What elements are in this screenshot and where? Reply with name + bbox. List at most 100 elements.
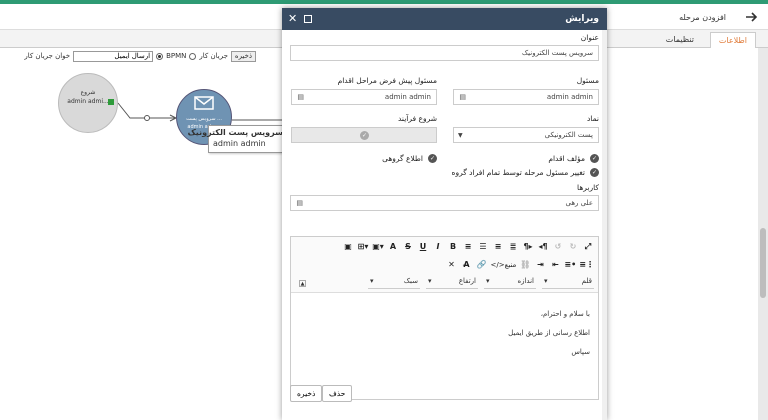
font-label: قلم	[581, 277, 592, 285]
tooltip-title: سرویس پست الکترونیک	[187, 128, 283, 137]
save-button[interactable]: ذخیره	[290, 385, 323, 402]
chevron-down-icon: ▼	[458, 132, 463, 139]
indent-icon[interactable]: ⇥	[534, 259, 546, 271]
clear-format-icon[interactable]: ✕	[446, 259, 458, 271]
picker-icon[interactable]: ▤	[457, 93, 466, 102]
bpmn-label: BPMN	[166, 52, 187, 60]
chevron-down-icon: ▾	[544, 277, 548, 285]
redo-icon[interactable]: ↻	[567, 241, 579, 253]
table-icon[interactable]: ▾⊞	[357, 241, 369, 253]
owner-value: admin admin	[546, 93, 593, 101]
workflow-name-input[interactable]	[73, 50, 154, 62]
flow-label: جریان کار	[199, 52, 228, 60]
picker-icon[interactable]: ▤	[295, 93, 304, 102]
flow-radio[interactable]	[189, 52, 197, 60]
link-icon[interactable]: 🔗	[476, 259, 488, 271]
default-owner-field[interactable]: admin admin ▤	[291, 89, 437, 105]
canvas-toolbar: ذخیره جریان کار BPMN خوان جریان کار	[6, 50, 256, 62]
align-right-icon[interactable]: ≡	[492, 241, 504, 253]
node-tooltip: سرویس پست الکترونیک admin admin	[187, 125, 288, 153]
close-icon[interactable]: ✕	[288, 12, 297, 25]
bullet-list-icon[interactable]: •≡	[564, 259, 576, 271]
editor-line: سپاس	[571, 348, 590, 356]
chevron-down-icon: ▾	[486, 277, 490, 285]
author-check-icon[interactable]: ✓	[590, 154, 599, 163]
users-label: کاربرها	[577, 183, 599, 192]
symbol-value: پست الکترونیکی	[544, 131, 593, 139]
toolbar-collapse-icon[interactable]: ▲	[299, 280, 306, 287]
scrollbar-thumb[interactable]	[760, 228, 766, 298]
email-node-title: سرویس پست ...	[186, 116, 222, 122]
users-field[interactable]: علی رهی ▤	[290, 195, 599, 211]
picker-icon[interactable]: ▤	[294, 199, 303, 208]
page-scrollbar[interactable]	[758, 48, 768, 420]
tooltip-subtitle: admin admin	[213, 139, 266, 148]
change-owner-label: تغییر مسئول مرحله توسط تمام افراد گروه	[451, 168, 585, 177]
owner-field[interactable]: admin admin ▤	[453, 89, 599, 105]
style-dropdown[interactable]: سبک ▾	[368, 277, 420, 289]
source-button[interactable]: منبع</>	[491, 259, 517, 271]
start-handle[interactable]	[108, 99, 114, 105]
italic-icon[interactable]: I	[432, 241, 444, 253]
tab-info[interactable]: اطلاعات	[709, 32, 756, 48]
title-field[interactable]: سرویس پست الکترونیک	[290, 45, 599, 61]
group-notify-check-icon[interactable]: ✓	[428, 154, 437, 163]
chevron-down-icon: ▾	[370, 277, 374, 285]
page-title: افزودن مرحله	[679, 13, 726, 22]
source-label: منبع	[504, 261, 517, 269]
toolbar-row-2: ⋮≡ •≡ ⇤ ⇥ ⛓ منبع</> 🔗 A̶ ✕	[446, 259, 594, 271]
workflow-reader-label: خوان جریان کار	[24, 52, 71, 60]
paste-icon[interactable]: ▣	[342, 241, 354, 253]
process-start-field: ✓	[291, 127, 437, 143]
tab-settings[interactable]: تنظیمات	[658, 32, 702, 48]
editor-toolbar: ⤢ ↻ ↺ ¶◂ ▸¶ ≣ ≡ ☰ ≡ B I U S A ▾▣ ▾⊞ ▣ ⋮≡…	[291, 237, 598, 293]
align-center-icon[interactable]: ☰	[477, 241, 489, 253]
start-node-title: شروع	[80, 89, 96, 96]
default-owner-label: مسئول پیش فرض مراحل اقدام	[337, 76, 437, 85]
height-dropdown[interactable]: ارتفاع ▾	[426, 277, 478, 289]
envelope-icon	[194, 96, 214, 110]
editor-content[interactable]: با سلام و احترام، اطلاع رسانی از طریق ای…	[291, 293, 598, 374]
justify-icon[interactable]: ≣	[507, 241, 519, 253]
edit-dialog: ویرایش ✕ عنوان سرویس پست الکترونیک مسئول…	[282, 8, 607, 420]
style-label: سبک	[403, 277, 418, 285]
symbol-label: نماد	[586, 114, 599, 123]
title-label: عنوان	[580, 33, 599, 42]
default-owner-value: admin admin	[384, 93, 431, 101]
symbol-select[interactable]: پست الکترونیکی ▼	[453, 127, 599, 143]
back-arrow-icon[interactable]	[744, 10, 758, 24]
font-color-icon[interactable]: A	[387, 241, 399, 253]
size-dropdown[interactable]: اندازه ▾	[484, 277, 536, 289]
unlink-icon[interactable]: ⛓	[519, 259, 531, 271]
toolbar-row-1: ⤢ ↻ ↺ ¶◂ ▸¶ ≣ ≡ ☰ ≡ B I U S A ▾▣ ▾⊞ ▣	[342, 241, 594, 253]
strikethrough-icon[interactable]: S	[402, 241, 414, 253]
dialog-header: ویرایش ✕	[282, 8, 607, 30]
outdent-icon[interactable]: ⇤	[549, 259, 561, 271]
chevron-down-icon: ▾	[428, 277, 432, 285]
change-owner-check-icon[interactable]: ✓	[590, 168, 599, 177]
dialog-body: عنوان سرویس پست الکترونیک مسئول admin ad…	[282, 30, 607, 420]
editor-line: با سلام و احترام،	[540, 310, 590, 318]
users-value: علی رهی	[565, 199, 593, 207]
canvas-save-button[interactable]: ذخیره	[230, 50, 256, 62]
maximize-icon[interactable]	[304, 15, 312, 23]
rich-text-editor: ⤢ ↻ ↺ ¶◂ ▸¶ ≣ ≡ ☰ ≡ B I U S A ▾▣ ▾⊞ ▣ ⋮≡…	[290, 236, 599, 400]
underline-icon[interactable]: U	[417, 241, 429, 253]
delete-button[interactable]: حذف	[322, 385, 353, 402]
owner-label: مسئول	[576, 76, 599, 85]
author-label: مؤلف اقدام	[548, 154, 585, 163]
editor-line: اطلاع رسانی از طریق ایمیل	[508, 329, 590, 337]
bold-icon[interactable]: B	[447, 241, 459, 253]
rtl-icon[interactable]: ¶◂	[537, 241, 549, 253]
remove-format-icon[interactable]: A̶	[461, 259, 473, 271]
process-start-label: شروع فرآیند	[398, 114, 437, 123]
font-dropdown[interactable]: قلم ▾	[542, 277, 594, 289]
dialog-scrollbar[interactable]	[602, 30, 607, 420]
ltr-icon[interactable]: ▸¶	[522, 241, 534, 253]
bg-color-icon[interactable]: ▾▣	[372, 241, 384, 253]
align-left-icon[interactable]: ≡	[462, 241, 474, 253]
maximize-editor-icon[interactable]: ⤢	[582, 241, 594, 253]
bpmn-radio[interactable]	[156, 52, 164, 60]
numbered-list-icon[interactable]: ⋮≡	[579, 259, 594, 271]
undo-icon[interactable]: ↺	[552, 241, 564, 253]
